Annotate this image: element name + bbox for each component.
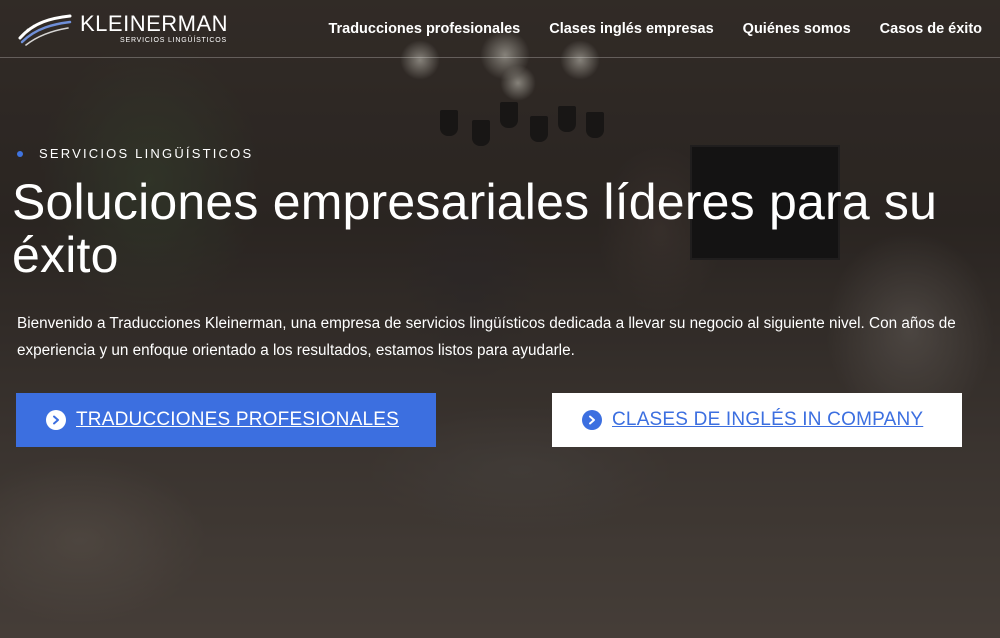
nav-item-clases[interactable]: Clases inglés empresas [549,21,713,37]
hero-intro: Bienvenido a Traducciones Kleinerman, un… [17,315,956,359]
hero-section: SERVICIOS LINGÜÍSTICOS Soluciones empres… [0,0,1000,638]
hero-title: Soluciones empresariales líderes para su… [12,174,938,283]
nav-item-casos-exito[interactable]: Casos de éxito [880,21,982,37]
nav-item-traducciones[interactable]: Traducciones profesionales [328,21,520,37]
nav-item-quienes-somos[interactable]: Quiénes somos [743,21,851,37]
traducciones-cta-button[interactable]: TRADUCCIONES PROFESIONALES [16,393,436,447]
clases-cta-label: CLASES DE INGLÉS IN COMPANY [612,409,924,430]
site-header: KLEINERMAN SERVICIOS LINGÜÍSTICOS Traduc… [0,0,1000,58]
eyebrow-label: SERVICIOS LINGÜÍSTICOS [39,146,254,161]
bullet-dot-icon [17,150,23,157]
chevron-circle-right-icon [46,410,66,430]
brand-name: KLEINERMAN [80,11,229,36]
brand-subtitle: SERVICIOS LINGÜÍSTICOS [120,37,227,44]
chevron-circle-right-icon [582,410,602,430]
clases-cta-button[interactable]: CLASES DE INGLÉS IN COMPANY [552,393,962,447]
kleinerman-swoosh-logo-icon [18,14,72,46]
main-nav: Traducciones profesionales Clases inglés… [328,21,982,37]
brand-logo[interactable]: KLEINERMAN SERVICIOS LINGÜÍSTICOS [16,12,228,46]
traducciones-cta-label: TRADUCCIONES PROFESIONALES [76,409,399,430]
hero-eyebrow: SERVICIOS LINGÜÍSTICOS [17,146,253,161]
